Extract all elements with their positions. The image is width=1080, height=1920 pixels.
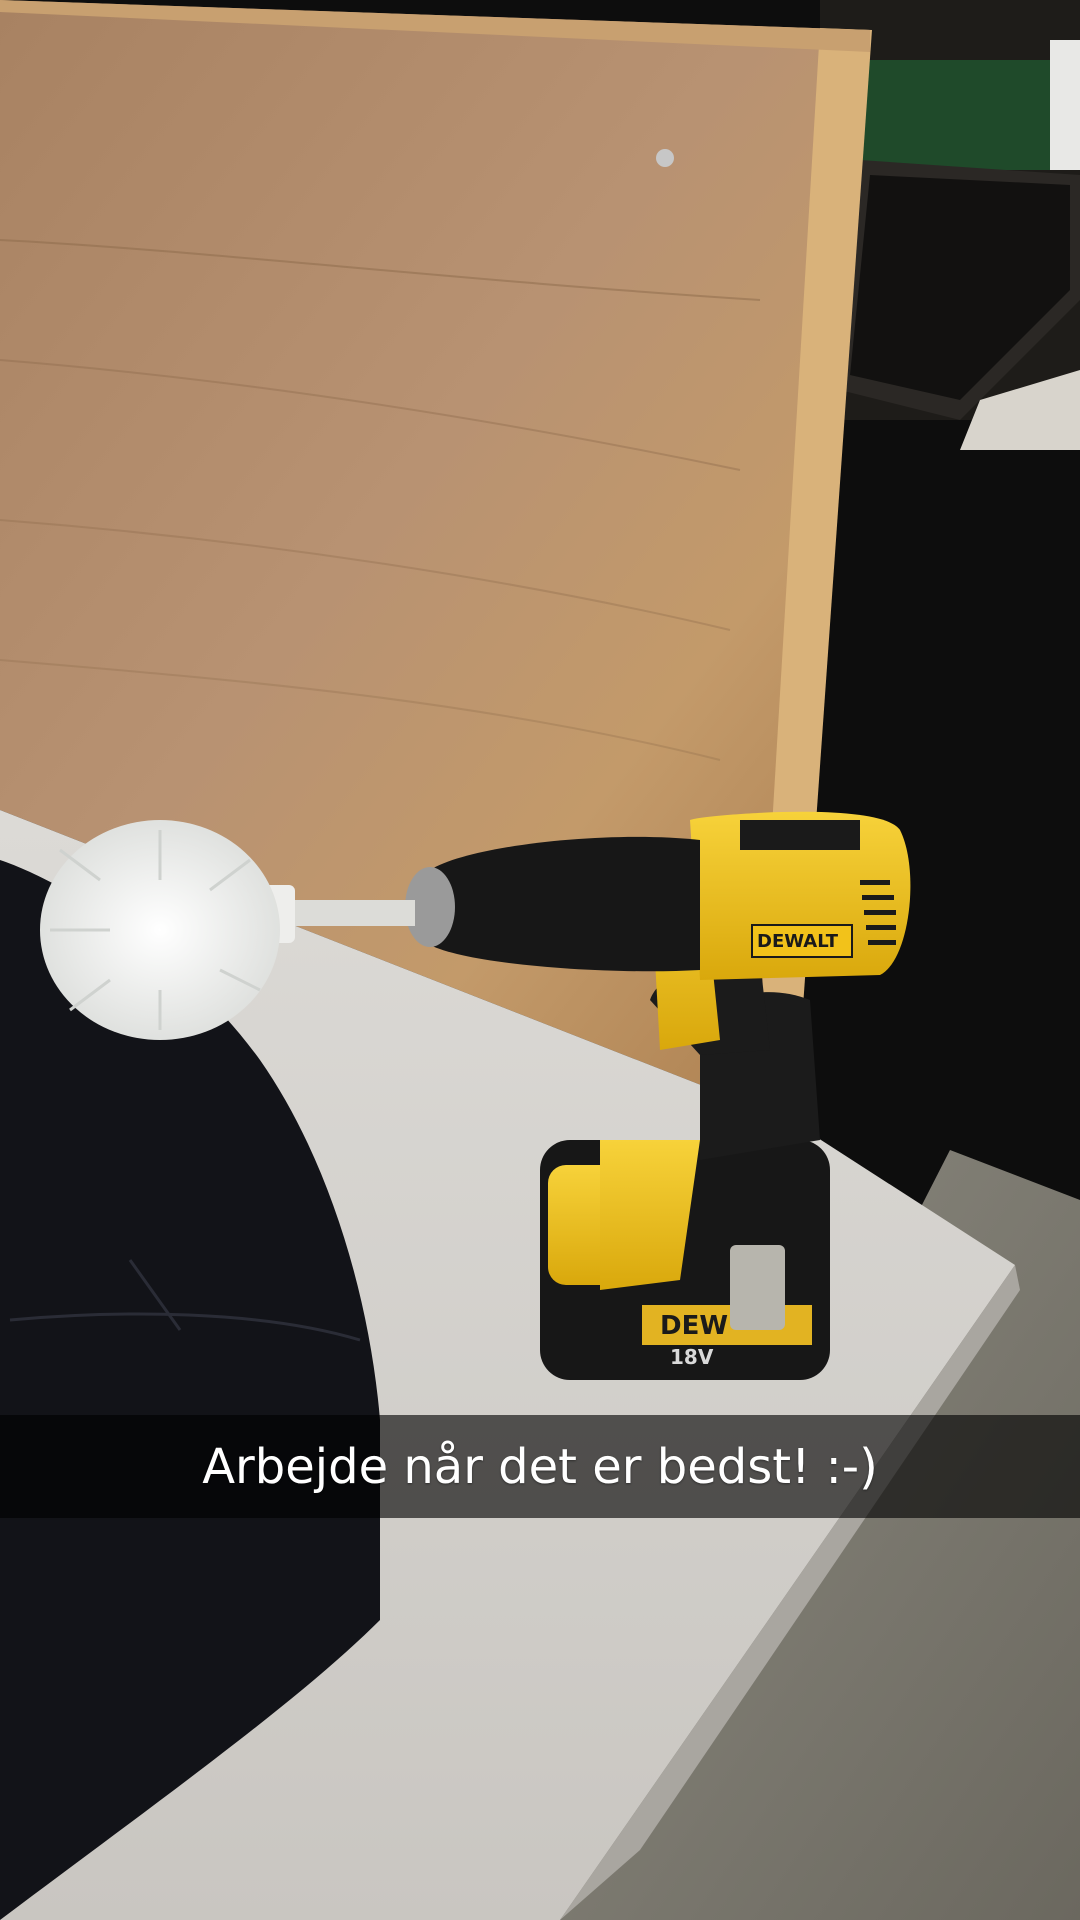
screw [656, 149, 674, 167]
svg-text:18V: 18V [670, 1345, 714, 1369]
photo: DEW 18V DEWALT [0, 0, 1080, 1920]
green-crate [860, 60, 1060, 170]
svg-text:DEWALT: DEWALT [757, 931, 839, 952]
brush-icon [40, 820, 280, 1040]
svg-text:DEW: DEW [660, 1311, 728, 1341]
caption-text: Arbejde når det er bedst! :-) [202, 1438, 878, 1495]
white-paper [1050, 40, 1080, 170]
battery-icon: DEW 18V [540, 1140, 830, 1380]
snap-viewer[interactable]: DEW 18V DEWALT Arbejde når det er bedst!… [0, 0, 1080, 1920]
caption-bar: Arbejde når det er bedst! :-) [0, 1415, 1080, 1518]
